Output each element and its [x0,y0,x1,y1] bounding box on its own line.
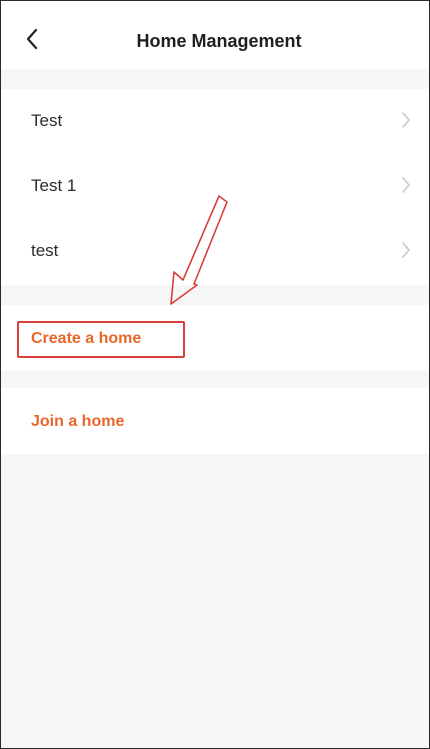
app-screen: Home Management Test Test 1 test Create … [0,0,430,749]
chevron-right-icon [402,242,410,258]
list-item-label: Test [31,111,63,130]
create-home-button[interactable]: Create a home [31,330,141,348]
home-list: Test Test 1 test [1,89,429,285]
create-home-row[interactable]: Create a home [1,305,429,371]
chevron-right-icon [402,177,410,193]
page-title: Home Management [136,31,302,51]
list-item-home[interactable]: test [1,219,429,284]
list-item-home[interactable]: Test [1,89,429,154]
section-divider [1,69,429,89]
list-item-label: test [31,241,59,260]
join-home-button[interactable]: Join a home [31,413,124,431]
chevron-right-icon [402,112,410,128]
top-bar: Home Management [1,1,429,69]
join-home-row[interactable]: Join a home [1,388,429,454]
list-item-home[interactable]: Test 1 [1,154,429,219]
list-item-label: Test 1 [31,176,77,195]
